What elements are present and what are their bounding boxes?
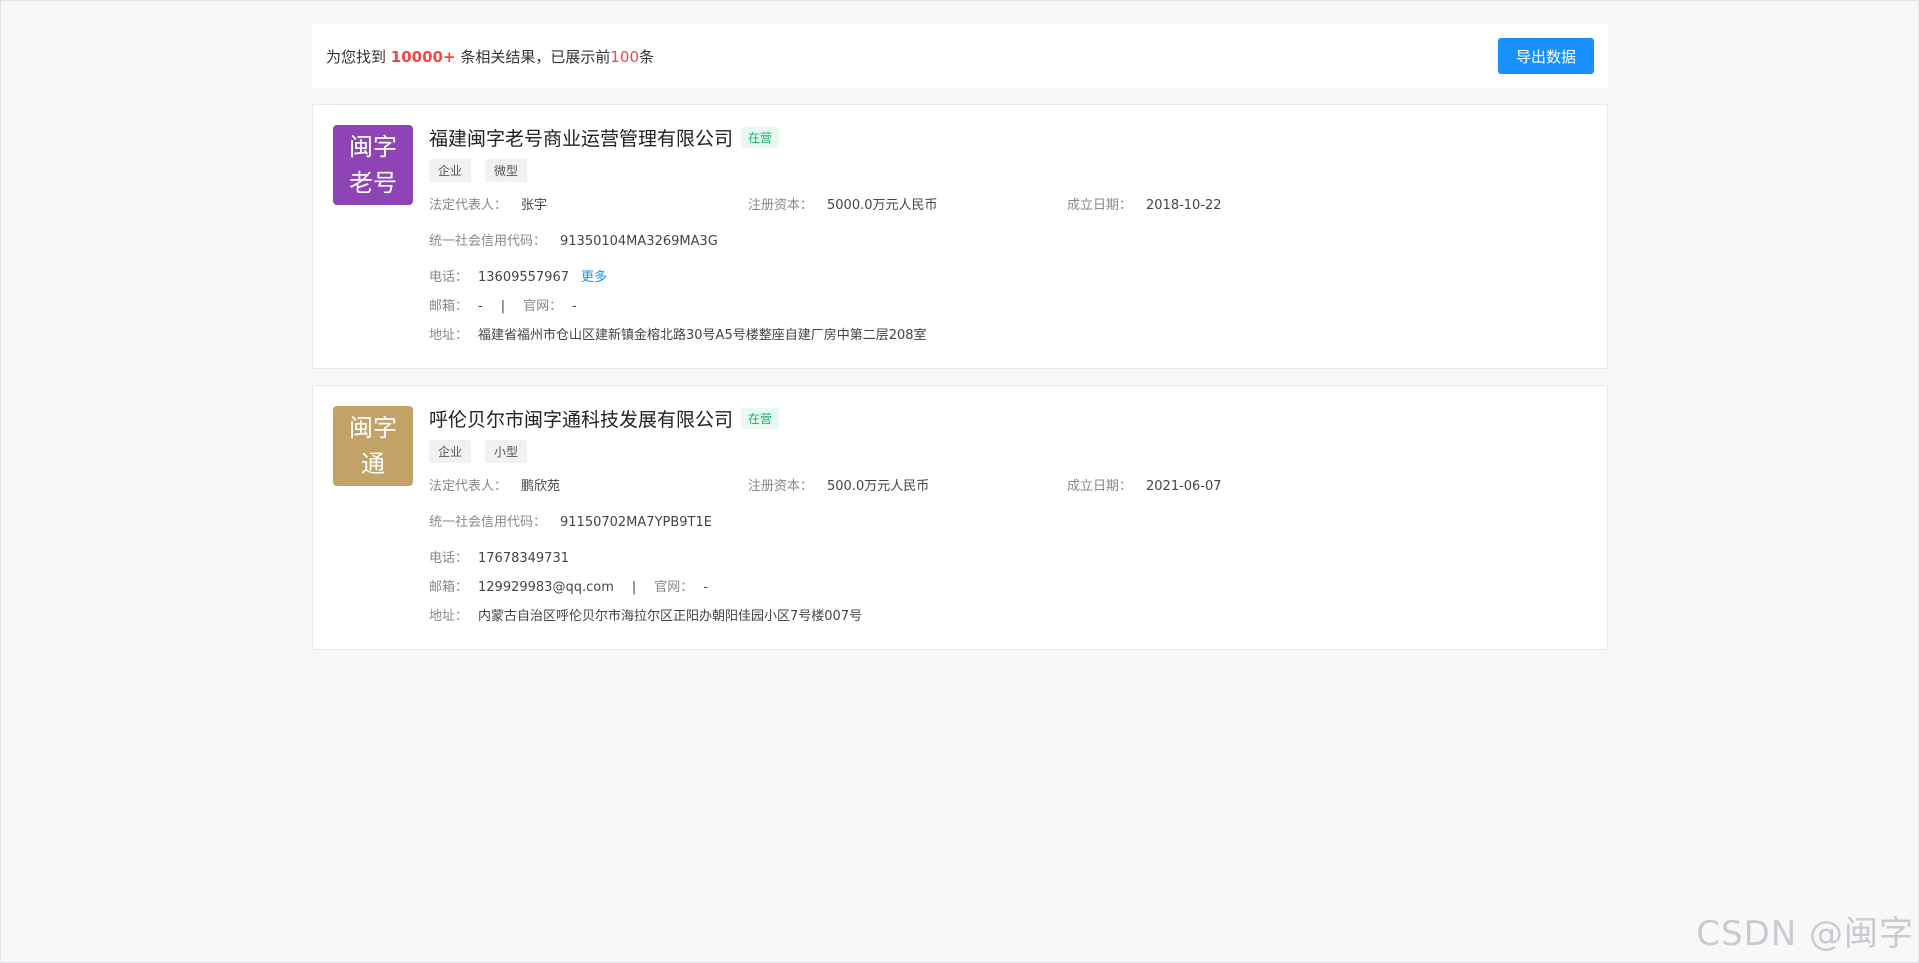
capital-label: 注册资本：: [748, 198, 814, 213]
company-tags: 企业 小型: [429, 440, 1587, 463]
email-value: 129929983@qq.com: [478, 580, 614, 595]
credit-code-value: 91350104MA3269MA3G: [560, 234, 718, 249]
logo-text-line2: 通: [361, 450, 385, 478]
address-label: 地址：: [429, 328, 469, 343]
legal-rep-label: 法定代表人：: [429, 479, 508, 494]
address-value: 内蒙古自治区呼伦贝尔市海拉尔区正阳办朝阳佳园小区7号楼007号: [478, 609, 863, 624]
tag-type: 企业: [429, 159, 472, 182]
company-details: 福建闽字老号商业运营管理有限公司 在营 企业 微型 法定代表人： 张宇 注册资本：…: [429, 123, 1587, 344]
phone-value: 17678349731: [478, 551, 569, 566]
results-summary: 为您找到 10000+ 条相关结果，已展示前100条: [326, 46, 654, 67]
email-label: 邮箱：: [429, 580, 469, 595]
results-container: 为您找到 10000+ 条相关结果，已展示前100条 导出数据 闽字 老号 福建…: [312, 24, 1608, 650]
email-value: -: [478, 299, 483, 314]
more-phones-link[interactable]: 更多: [581, 270, 607, 285]
email-website-row: 邮箱： - | 官网： -: [429, 295, 1587, 315]
summary-suffix: 条: [639, 47, 655, 66]
company-logo: 闽字 老号: [333, 125, 413, 205]
phone-row: 电话： 13609557967 更多: [429, 266, 1587, 286]
company-name-link[interactable]: 福建闽字老号商业运营管理有限公司: [429, 124, 733, 151]
credit-code-field: 统一社会信用代码： 91350104MA3269MA3G: [429, 230, 718, 249]
established-date-field: 成立日期： 2018-10-22: [1067, 194, 1222, 213]
summary-prefix: 为您找到: [326, 47, 387, 66]
company-title-row: 呼伦贝尔市闽字通科技发展有限公司 在营: [429, 404, 1587, 432]
established-date-label: 成立日期：: [1067, 479, 1133, 494]
summary-middle: 条相关结果，已展示前: [460, 47, 611, 66]
credit-code-row: 统一社会信用代码： 91150702MA7YPB9T1E: [429, 511, 1587, 531]
logo-text-line1: 闽字: [349, 414, 397, 442]
website-label: 官网：: [523, 299, 563, 314]
legal-rep-field: 法定代表人： 鹏欣苑: [429, 475, 560, 494]
logo-text-line1: 闽字: [349, 133, 397, 161]
logo-text-line2: 老号: [349, 169, 397, 197]
results-summary-bar: 为您找到 10000+ 条相关结果，已展示前100条 导出数据: [312, 24, 1608, 88]
capital-label: 注册资本：: [748, 479, 814, 494]
separator: |: [500, 299, 506, 314]
phone-value: 13609557967: [478, 270, 569, 285]
info-row: 法定代表人： 鹏欣苑 注册资本： 500.0万元人民币 成立日期： 2021-06-0…: [429, 475, 1587, 495]
address-label: 地址：: [429, 609, 469, 624]
legal-rep-value: 张宇: [521, 198, 548, 213]
shown-count: 100: [610, 47, 639, 66]
company-name-link[interactable]: 呼伦贝尔市闽字通科技发展有限公司: [429, 405, 733, 432]
tag-type: 企业: [429, 440, 472, 463]
capital-field: 注册资本： 500.0万元人民币: [748, 475, 929, 494]
capital-field: 注册资本： 5000.0万元人民币: [748, 194, 938, 213]
status-badge: 在营: [741, 407, 780, 429]
legal-rep-value: 鹏欣苑: [521, 479, 561, 494]
company-card: 闽字 通 呼伦贝尔市闽字通科技发展有限公司 在营 企业 小型 法定代表人： 鹏欣苑…: [312, 385, 1608, 650]
company-tags: 企业 微型: [429, 159, 1587, 182]
info-row: 法定代表人： 张宇 注册资本： 5000.0万元人民币 成立日期： 2018-10-2…: [429, 194, 1587, 214]
phone-label: 电话：: [429, 270, 469, 285]
established-date-label: 成立日期：: [1067, 198, 1133, 213]
website-label: 官网：: [654, 580, 694, 595]
credit-code-value: 91150702MA7YPB9T1E: [560, 515, 712, 530]
phone-label: 电话：: [429, 551, 469, 566]
credit-code-field: 统一社会信用代码： 91150702MA7YPB9T1E: [429, 511, 712, 530]
company-details: 呼伦贝尔市闽字通科技发展有限公司 在营 企业 小型 法定代表人： 鹏欣苑 注册资本…: [429, 404, 1587, 625]
company-title-row: 福建闽字老号商业运营管理有限公司 在营: [429, 123, 1587, 151]
address-row: 地址： 福建省福州市仓山区建新镇金榕北路30号A5号楼整座自建厂房中第二层208室: [429, 324, 1587, 344]
csdn-watermark: CSDN @闽字: [1696, 914, 1914, 954]
website-value: -: [572, 299, 577, 314]
website-value: -: [703, 580, 708, 595]
capital-value: 500.0万元人民币: [827, 479, 930, 494]
separator: |: [631, 580, 637, 595]
company-card: 闽字 老号 福建闽字老号商业运营管理有限公司 在营 企业 微型 法定代表人： 张宇…: [312, 104, 1608, 369]
credit-code-label: 统一社会信用代码：: [429, 515, 547, 530]
export-data-button[interactable]: 导出数据: [1498, 38, 1594, 74]
phone-row: 电话： 17678349731: [429, 547, 1587, 567]
email-label: 邮箱：: [429, 299, 469, 314]
company-logo: 闽字 通: [333, 406, 413, 486]
legal-rep-field: 法定代表人： 张宇: [429, 194, 547, 213]
result-count: 10000+: [390, 47, 456, 66]
established-date-field: 成立日期： 2021-06-07: [1067, 475, 1222, 494]
established-date-value: 2021-06-07: [1146, 479, 1222, 494]
tag-size: 微型: [485, 159, 528, 182]
address-value: 福建省福州市仓山区建新镇金榕北路30号A5号楼整座自建厂房中第二层208室: [478, 328, 927, 343]
legal-rep-label: 法定代表人：: [429, 198, 508, 213]
credit-code-row: 统一社会信用代码： 91350104MA3269MA3G: [429, 230, 1587, 250]
tag-size: 小型: [485, 440, 528, 463]
status-badge: 在营: [741, 126, 780, 148]
established-date-value: 2018-10-22: [1146, 198, 1222, 213]
credit-code-label: 统一社会信用代码：: [429, 234, 547, 249]
address-row: 地址： 内蒙古自治区呼伦贝尔市海拉尔区正阳办朝阳佳园小区7号楼007号: [429, 605, 1587, 625]
capital-value: 5000.0万元人民币: [827, 198, 938, 213]
email-website-row: 邮箱： 129929983@qq.com | 官网： -: [429, 576, 1587, 596]
